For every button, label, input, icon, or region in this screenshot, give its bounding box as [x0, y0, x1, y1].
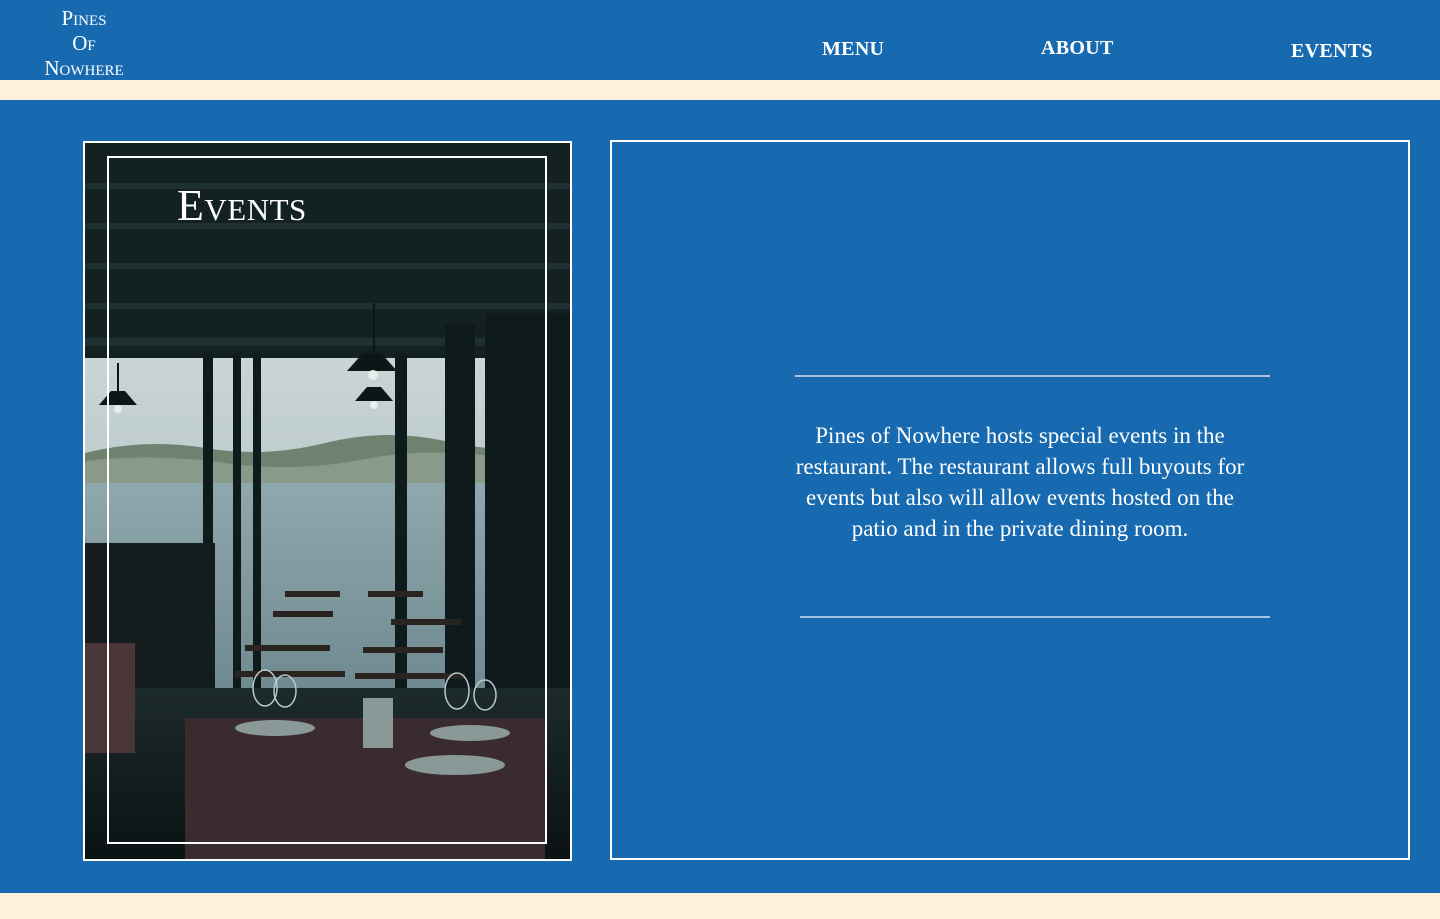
- info-divider-top: [795, 375, 1270, 377]
- info-divider-bottom: [800, 616, 1270, 618]
- logo-line-2: Of: [72, 31, 96, 55]
- photo-inner-frame: [107, 156, 547, 844]
- nav-link-about[interactable]: ABOUT: [1041, 37, 1114, 60]
- logo-line-1: Pines: [61, 6, 107, 30]
- nav-link-events[interactable]: EVENTS: [1291, 40, 1373, 63]
- header-divider-stripe: [0, 80, 1440, 100]
- logo-line-3: Nowhere: [44, 56, 124, 80]
- footer-stripe: [0, 893, 1440, 919]
- site-logo[interactable]: Pines Of Nowhere: [34, 6, 134, 81]
- site-header: Pines Of Nowhere MENU ABOUT EVENTS: [0, 0, 1440, 80]
- events-description: Pines of Nowhere hosts special events in…: [795, 423, 1245, 541]
- events-photo-title: Events: [177, 181, 307, 230]
- nav-link-menu[interactable]: MENU: [822, 38, 884, 61]
- events-photo-card: Events: [83, 141, 572, 861]
